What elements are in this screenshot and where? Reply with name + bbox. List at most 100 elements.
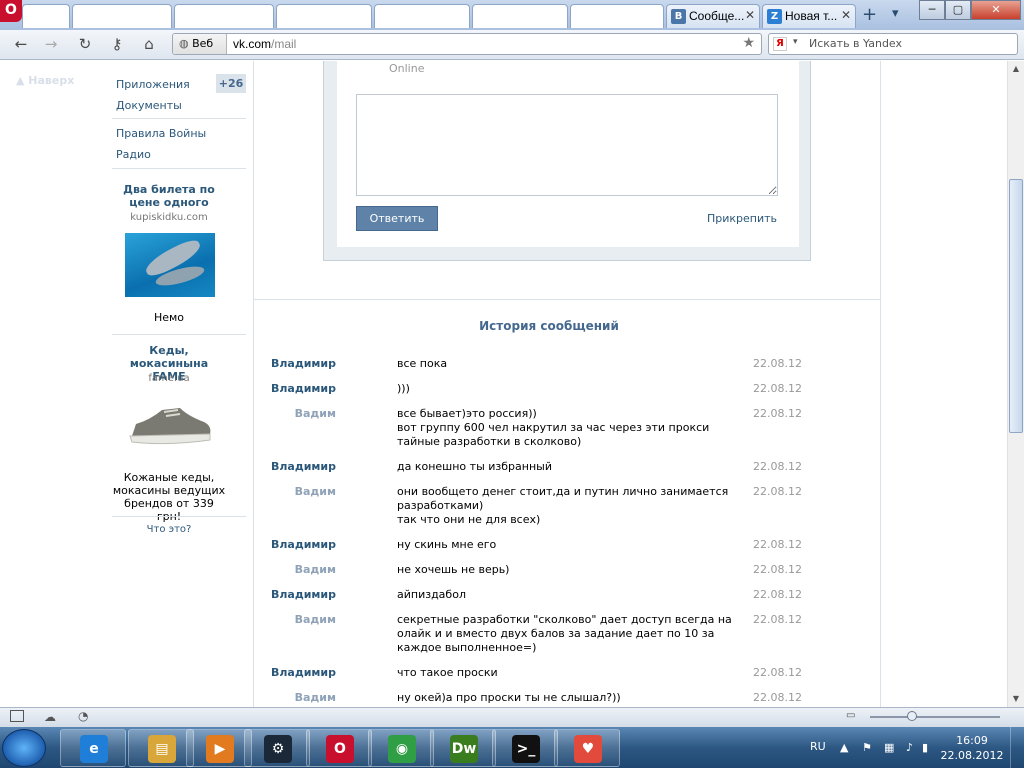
ad-title[interactable]: Два билета по цене одного [112,183,226,209]
online-status: Online [389,62,425,75]
ad-image-shoe[interactable] [128,400,212,450]
search-placeholder: Искать в Yandex [809,37,903,50]
scroll-up-icon[interactable]: ▲ [1008,61,1024,77]
ad-description[interactable]: Немо [112,311,226,324]
sidebar-item-documents[interactable]: Документы [116,99,182,112]
tab-messages[interactable]: B Сообще... ✕ [666,4,760,28]
opera-menu-button[interactable]: O [0,0,22,22]
message-date: 22.08.12 [753,485,802,498]
tab-title: Новая т... [785,9,838,23]
language-indicator[interactable]: RU [810,740,826,753]
message-author[interactable]: Вадим [295,691,336,704]
message-author[interactable]: Владимир [271,382,336,395]
close-window-button[interactable]: ✕ [971,0,1021,20]
tab-new-tab[interactable]: Z Новая т... ✕ [762,4,856,28]
new-tab-plus-icon[interactable]: + [862,4,877,25]
close-icon[interactable]: ✕ [745,8,755,22]
taskbar-app-chrome[interactable]: ◉ [368,729,434,767]
zoom-slider-knob[interactable] [907,711,917,721]
search-field[interactable]: Я ▾ Искать в Yandex [768,33,1018,55]
key-icon[interactable]: ⚷ [106,33,128,55]
maximize-button[interactable]: ▢ [945,0,971,20]
tab-blank-3[interactable] [174,4,274,28]
message-date: 22.08.12 [753,407,802,420]
start-button[interactable] [2,729,46,767]
vk-favicon-icon: B [671,9,686,24]
tab-blank-6[interactable] [472,4,568,28]
media-player-icon: ▶ [206,735,234,763]
back-arrow-icon[interactable]: ← [10,33,32,55]
sidebar-item-radio[interactable]: Радио [116,148,151,161]
attach-link[interactable]: Прикрепить [707,212,777,225]
tab-blank-4[interactable] [276,4,372,28]
forward-arrow-icon[interactable]: → [40,33,62,55]
message-author[interactable]: Владимир [271,588,336,601]
taskbar-app-internet-explorer[interactable]: e [60,729,126,767]
reload-icon[interactable]: ↻ [74,33,96,55]
what-is-this-link[interactable]: Что это? [112,524,226,535]
message-date: 22.08.12 [753,382,802,395]
taskbar-app-heart-app[interactable]: ♥ [554,729,620,767]
taskbar-app-media-player[interactable]: ▶ [186,729,252,767]
message-date: 22.08.12 [753,691,802,704]
ad-image-dolphins[interactable] [125,233,215,297]
flag-icon[interactable]: ⚑ [862,741,876,754]
message-author[interactable]: Вадим [295,407,336,420]
ad-domain[interactable]: kupiskidku.com [112,212,226,223]
panel-toggle-icon[interactable] [10,710,24,722]
history-title: История сообщений [479,319,619,333]
message-text: они вообщето денег стоит,да и путин личн… [397,485,729,526]
scroll-thumb[interactable] [1009,179,1023,433]
tab-blank-2[interactable] [72,4,172,28]
system-clock[interactable]: 16:09 22.08.2012 [940,733,1004,763]
message-text: все пока [397,357,448,370]
tab-blank-7[interactable] [570,4,664,28]
tab-blank-5[interactable] [374,4,470,28]
message-textarea[interactable] [356,94,778,196]
address-bar[interactable]: ◍ Веб vk.com/mail ★ [172,33,762,55]
close-icon[interactable]: ✕ [841,8,851,22]
vertical-scrollbar[interactable]: ▲ ▼ [1007,61,1024,707]
view-icon[interactable]: ▭ [846,710,855,721]
message-text: да конешно ты избранный [397,460,552,473]
taskbar-app-command-prompt[interactable]: >_ [492,729,558,767]
message-text: секретные разработки "сколково" дает дос… [397,613,732,654]
volume-icon[interactable]: ♪ [906,741,920,754]
to-top-button[interactable]: ▲ Наверх [16,74,74,87]
bookmark-star-icon[interactable]: ★ [742,35,755,51]
taskbar-app-opera[interactable]: O [306,729,372,767]
cloud-icon[interactable]: ☁ [44,710,56,724]
message-author[interactable]: Вадим [295,613,336,626]
minimize-button[interactable]: ─ [919,0,945,20]
show-desktop-button[interactable] [1010,727,1024,768]
message-author[interactable]: Вадим [295,563,336,576]
message-author[interactable]: Владимир [271,666,336,679]
power-icon[interactable]: ▮ [922,741,936,754]
message-author[interactable]: Вадим [295,485,336,498]
globe-icon: ◍ [179,37,193,50]
chevron-down-icon[interactable]: ▾ [793,37,798,47]
sidebar-item-rules-of-war[interactable]: Правила Войны [116,127,206,140]
taskbar-app-steam[interactable]: ⚙ [244,729,310,767]
tab-list-chevron-icon[interactable]: ▾ [892,6,899,21]
taskbar-app-file-explorer[interactable]: ▤ [128,729,194,767]
speed-dial-favicon-icon: Z [767,9,782,24]
scroll-down-icon[interactable]: ▼ [1008,691,1024,707]
url-text[interactable]: vk.com/mail [233,37,296,51]
sidebar-item-apps[interactable]: Приложения [116,78,190,91]
message-author[interactable]: Владимир [271,460,336,473]
reply-button[interactable]: Ответить [356,206,438,231]
message-text: ну скинь мне его [397,538,497,551]
tab-blank-1[interactable] [22,4,70,28]
section-divider [254,299,881,300]
zoom-slider[interactable] [870,716,1000,718]
home-icon[interactable]: ⌂ [138,33,160,55]
security-badge[interactable]: ◍ Веб [173,34,227,54]
tray-arrow-icon[interactable]: ▲ [840,741,854,754]
ad-domain[interactable]: fame.ua [112,373,226,384]
network-icon[interactable]: ▦ [884,741,898,754]
speedometer-icon[interactable]: ◔ [78,709,88,723]
message-author[interactable]: Владимир [271,357,336,370]
taskbar-app-dreamweaver[interactable]: Dw [430,729,496,767]
message-author[interactable]: Владимир [271,538,336,551]
